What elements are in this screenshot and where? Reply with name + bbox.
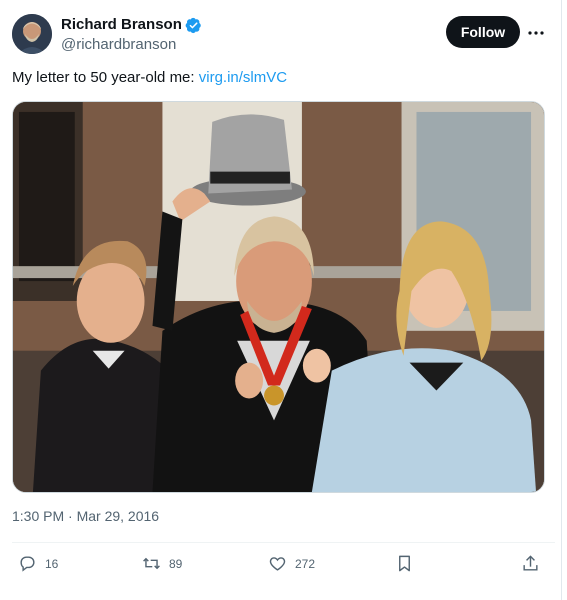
retweet-count: 89 [169,556,183,571]
avatar[interactable] [12,14,52,54]
retweet-icon [143,557,160,570]
tweet-photo[interactable] [12,101,545,493]
verified-badge-icon[interactable] [185,17,202,34]
tweet-text: My letter to 50 year-old me: virg.in/slm… [12,68,287,88]
author-display-name[interactable]: Richard Branson [61,16,202,34]
divider [12,542,555,543]
author-handle[interactable]: @richardbranson [61,35,202,55]
retweet-button[interactable]: 89 [142,554,182,573]
follow-button[interactable]: Follow [446,16,520,48]
bookmark-icon [399,555,410,572]
reply-button[interactable]: 16 [18,554,58,573]
tweet-actions: 16 89 272 [0,550,567,582]
reply-count: 16 [45,556,59,571]
like-count: 272 [295,556,316,571]
tweet-text-body: My letter to 50 year-old me: [12,69,199,86]
author-display-name-text[interactable]: Richard Branson [61,16,182,34]
share-icon [523,555,538,571]
tweet-header: Richard Branson @richardbranson Follow [12,14,555,58]
author-names: Richard Branson @richardbranson [61,16,202,55]
tweet-timestamp[interactable]: 1:30 PM · Mar 29, 2016 [12,508,159,524]
tweet-link[interactable]: virg.in/slmVC [199,69,287,86]
scroll-edge [561,0,562,600]
heart-icon [269,557,286,571]
like-button[interactable]: 272 [268,554,315,573]
share-button[interactable] [521,554,540,573]
more-horizontal-icon[interactable] [527,24,545,42]
bookmark-button[interactable] [395,554,414,573]
tweet-card: Richard Branson @richardbranson Follow M… [0,0,567,600]
reply-icon [20,556,35,572]
